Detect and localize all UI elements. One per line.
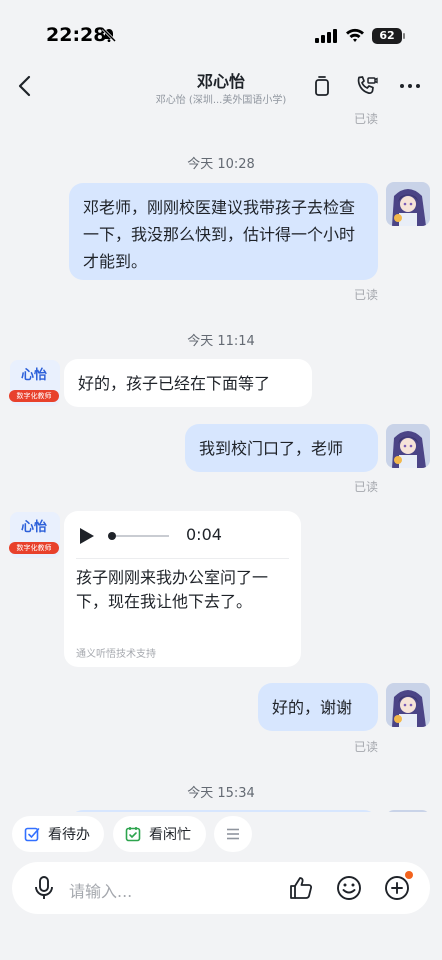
my-message-bubble[interactable]: 好的，谢谢 <box>258 683 378 731</box>
cellular-signal-icon <box>315 29 337 43</box>
view-todo-label: 看待办 <box>48 827 90 843</box>
my-avatar[interactable] <box>386 810 430 812</box>
more-options-icon[interactable] <box>398 74 422 98</box>
anime-avatar-icon <box>386 182 430 226</box>
play-icon <box>80 528 94 544</box>
status-bar: 22:28 62 <box>0 0 442 62</box>
voice-play-controls <box>80 528 169 544</box>
my-avatar[interactable] <box>386 424 430 468</box>
digital-teacher-badge: 数字化教师 <box>9 542 59 554</box>
view-todo-button[interactable]: 看待办 <box>12 816 104 852</box>
timestamp: 今天 10:28 <box>187 157 255 172</box>
read-receipt: 已读 <box>353 740 378 754</box>
emoji-icon[interactable] <box>335 874 363 902</box>
timestamp: 今天 11:14 <box>187 334 255 349</box>
notification-dot <box>405 871 413 879</box>
todo-edit-icon <box>24 827 40 842</box>
read-receipt: 已读 <box>353 480 378 494</box>
assistant-avatar-name: 心怡 <box>20 368 47 383</box>
microphone-icon[interactable] <box>30 874 58 902</box>
read-receipt: 已读 <box>353 288 378 302</box>
digital-teacher-badge: 数字化教师 <box>9 390 59 402</box>
voice-player[interactable] <box>76 523 286 549</box>
view-busy-status-button[interactable]: 看闲忙 <box>113 816 206 852</box>
status-time: 22:28 <box>46 24 107 46</box>
bell-muted-icon <box>101 27 117 43</box>
my-message-bubble-partial[interactable] <box>69 810 378 812</box>
assistant-avatar[interactable]: 心怡 数字化教师 <box>9 360 60 406</box>
timestamp: 今天 15:34 <box>187 786 255 801</box>
my-avatar[interactable] <box>386 182 430 226</box>
message-list[interactable]: 已读 今天 10:28 邓老师，刚刚校医建议我带孩子去检查一下，我没那么快到，估… <box>0 112 442 812</box>
my-avatar[interactable] <box>386 683 430 727</box>
voice-message-card[interactable]: 0:04 孩子刚刚来我办公室问了一下，现在我让他下去了。 通义听悟技术支持 <box>64 511 301 667</box>
wifi-icon <box>346 28 364 42</box>
chat-header: 邓心怡 邓心怡 (深圳...美外国语小学) <box>0 62 442 112</box>
read-receipt: 已读 <box>353 112 378 126</box>
assistant-avatar-name: 心怡 <box>20 520 47 535</box>
their-message-bubble[interactable]: 好的，孩子已经在下面等了 <box>64 359 312 407</box>
menu-lines-icon <box>227 828 239 840</box>
call-icon[interactable] <box>354 74 378 98</box>
voice-duration: 0:04 <box>186 525 222 544</box>
view-busy-status-label: 看闲忙 <box>149 827 191 843</box>
transcription-credit: 通义听悟技术支持 <box>76 649 156 660</box>
assistant-avatar[interactable]: 心怡 数字化教师 <box>9 512 60 558</box>
more-quick-actions-button[interactable] <box>214 816 252 852</box>
voice-transcript: 孩子刚刚来我办公室问了一下，现在我让他下去了。 <box>76 568 269 611</box>
anime-avatar-icon <box>386 683 430 727</box>
divider <box>76 558 289 559</box>
battery-nub <box>403 33 405 39</box>
message-input-bar[interactable]: 请输入... <box>12 862 430 914</box>
anime-avatar-icon <box>386 424 430 468</box>
my-message-bubble[interactable]: 邓老师，刚刚校医建议我带孩子去检查一下，我没那么快到，估计得一个小时才能到。 <box>69 183 378 280</box>
progress-knob <box>108 532 116 540</box>
calendar-check-icon <box>125 827 141 842</box>
battery-indicator: 62 <box>372 28 402 44</box>
message-input[interactable]: 请输入... <box>69 878 132 902</box>
thumbs-up-icon[interactable] <box>287 874 315 902</box>
copy-icon[interactable] <box>310 74 334 98</box>
my-message-bubble[interactable]: 我到校门口了，老师 <box>185 424 378 472</box>
